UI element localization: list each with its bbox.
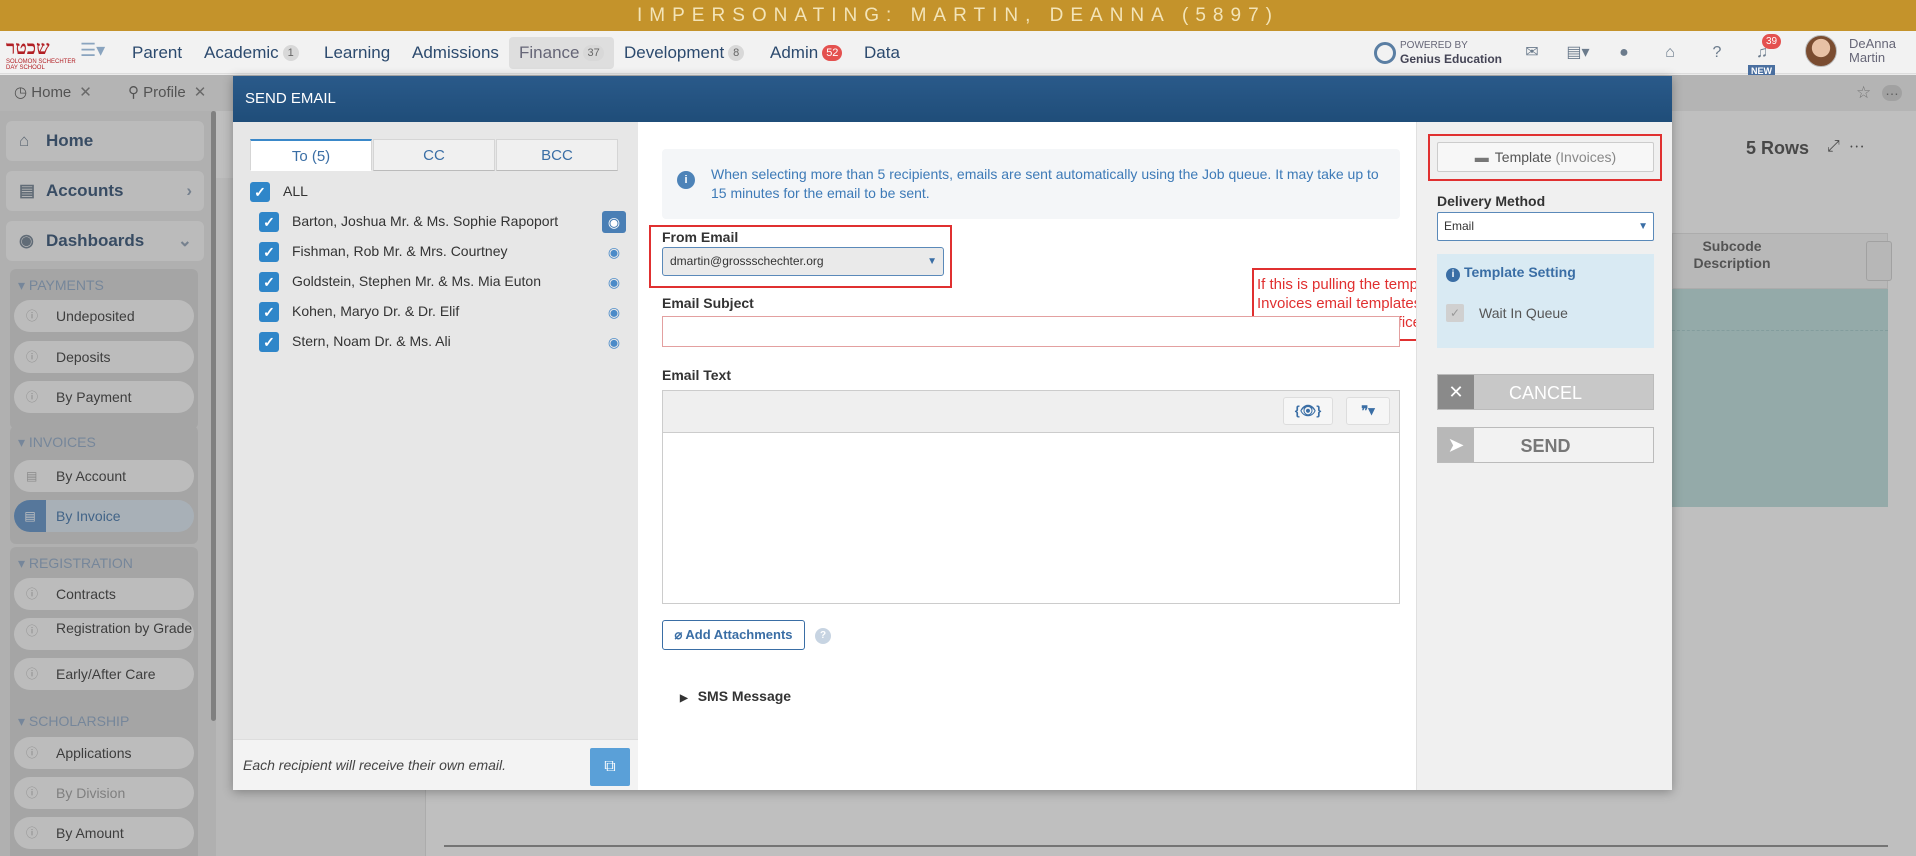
send-email-modal: SEND EMAIL To (5) CC BCC ✓ ALL ✓ Barton,… xyxy=(233,76,1672,790)
list-item[interactable]: ✓ Stern, Noam Dr. & Ms. Ali ◉ xyxy=(250,327,626,357)
eye-icon[interactable]: ◉ xyxy=(602,271,626,293)
list-item[interactable]: ✓ Fishman, Rob Mr. & Mrs. Courtney ◉ xyxy=(250,237,626,267)
info-message: i When selecting more than 5 recipients,… xyxy=(662,149,1400,219)
folder-icon: ▬ xyxy=(1474,149,1489,165)
tab-bcc[interactable]: BCC xyxy=(496,139,618,171)
info-icon: i xyxy=(677,171,695,189)
template-setting-header: i Template Setting xyxy=(1446,264,1576,282)
recipients-footer: Each recipient will receive their own em… xyxy=(233,739,638,790)
checkbox[interactable]: ✓ xyxy=(259,272,279,292)
email-subject-input[interactable] xyxy=(662,316,1400,347)
impersonation-banner: IMPERSONATING: MARTIN, DEANNA (5897) xyxy=(0,0,1916,31)
sms-message-toggle[interactable]: ▶ SMS Message xyxy=(680,688,791,704)
quote-dropdown-icon[interactable]: ❞▾ xyxy=(1346,397,1390,425)
list-item[interactable]: ✓ Kohen, Maryo Dr. & Dr. Elif ◉ xyxy=(250,297,626,327)
powered-by-genius: POWERED BY Genius Education xyxy=(1374,38,1504,68)
top-navigation: שכטר SOLOMON SCHECHTER DAY SCHOOL ☰▾ Par… xyxy=(0,31,1916,74)
email-text-editor[interactable]: {👁} ❞▾ xyxy=(662,390,1400,604)
eye-icon[interactable]: ◉ xyxy=(602,331,626,353)
user-name[interactable]: DeAnna Martin xyxy=(1849,37,1896,65)
nav-parent[interactable]: Parent xyxy=(122,37,192,69)
cancel-button[interactable]: ✕ CANCEL xyxy=(1437,374,1654,410)
nav-academic[interactable]: Academic 1 xyxy=(194,37,309,69)
modal-title: SEND EMAIL xyxy=(233,76,1672,122)
checkbox-all[interactable]: ✓ xyxy=(250,182,270,202)
recipients-panel: To (5) CC BCC ✓ ALL ✓ Barton, Joshua Mr.… xyxy=(233,122,638,790)
from-email-label: From Email xyxy=(662,229,739,245)
menu-icon[interactable]: ☰▾ xyxy=(80,40,110,64)
building-icon[interactable]: ⌂ xyxy=(1658,41,1682,65)
chat-icon[interactable]: ● xyxy=(1612,41,1636,65)
send-button[interactable]: ➤ SEND xyxy=(1437,427,1654,463)
options-panel: ▬ Template (Invoices) Delivery Method Ema… xyxy=(1416,122,1672,790)
paper-plane-icon: ➤ xyxy=(1438,428,1474,462)
recipient-all[interactable]: ✓ ALL xyxy=(250,177,626,207)
recipient-tabs: To (5) CC BCC xyxy=(250,139,620,171)
nav-finance[interactable]: Finance 37 xyxy=(509,37,614,69)
template-button[interactable]: ▬ Template (Invoices) xyxy=(1437,142,1654,172)
caret-right-icon: ▶ xyxy=(680,693,688,704)
eye-icon[interactable]: ◉ xyxy=(602,241,626,263)
close-icon: ✕ xyxy=(1438,375,1474,409)
checkbox[interactable]: ✓ xyxy=(259,242,279,262)
email-text-label: Email Text xyxy=(662,367,731,383)
recipient-note: Each recipient will receive their own em… xyxy=(243,757,506,773)
template-setting-box: i Template Setting ✓ Wait In Queue xyxy=(1437,254,1654,348)
info-icon: i xyxy=(1446,268,1460,282)
preview-tag-icon[interactable]: {👁} xyxy=(1283,397,1333,425)
delivery-method-label: Delivery Method xyxy=(1437,193,1546,209)
copy-icon[interactable]: ⧉ xyxy=(590,748,630,786)
tab-to[interactable]: To (5) xyxy=(250,139,372,171)
wait-in-queue-label: Wait In Queue xyxy=(1479,305,1568,321)
mail-icon[interactable]: ✉ xyxy=(1520,41,1544,65)
notification-count-badge: 39 xyxy=(1762,34,1782,49)
from-email-select[interactable]: dmartin@grossschechter.org ▼ xyxy=(662,247,944,276)
genius-logo-icon xyxy=(1374,42,1396,64)
checkbox[interactable]: ✓ xyxy=(259,332,279,352)
nav-development[interactable]: Development 8 xyxy=(614,37,754,69)
help-icon[interactable]: ? xyxy=(1705,41,1729,65)
eye-icon[interactable]: ◉ xyxy=(602,301,626,323)
caret-down-icon: ▼ xyxy=(1638,221,1648,232)
nav-learning[interactable]: Learning xyxy=(314,37,400,69)
tab-cc[interactable]: CC xyxy=(373,139,495,171)
avatar[interactable] xyxy=(1805,35,1837,67)
add-attachments-button[interactable]: ⌀ Add Attachments xyxy=(662,620,805,650)
help-icon[interactable]: ? xyxy=(815,628,831,644)
list-item[interactable]: ✓ Goldstein, Stephen Mr. & Ms. Mia Euton… xyxy=(250,267,626,297)
wait-in-queue-checkbox[interactable]: ✓ xyxy=(1446,304,1464,322)
email-form: i When selecting more than 5 recipients,… xyxy=(638,122,1554,790)
checkbox[interactable]: ✓ xyxy=(259,212,279,232)
nav-admissions[interactable]: Admissions xyxy=(402,37,509,69)
list-item[interactable]: ✓ Barton, Joshua Mr. & Ms. Sophie Rapopo… xyxy=(250,207,626,237)
calendar-dropdown-icon[interactable]: ▤▾ xyxy=(1562,41,1594,65)
nav-admin[interactable]: Admin 52 xyxy=(760,37,852,69)
delivery-method-select[interactable]: Email ▼ xyxy=(1437,212,1654,241)
caret-down-icon: ▼ xyxy=(927,256,937,267)
editor-toolbar: {👁} ❞▾ xyxy=(663,391,1399,433)
eye-icon[interactable]: ◉ xyxy=(602,211,626,233)
nav-data[interactable]: Data xyxy=(854,37,910,69)
school-logo[interactable]: שכטר SOLOMON SCHECHTER DAY SCHOOL xyxy=(6,37,76,71)
checkbox[interactable]: ✓ xyxy=(259,302,279,322)
email-subject-label: Email Subject xyxy=(662,295,754,311)
